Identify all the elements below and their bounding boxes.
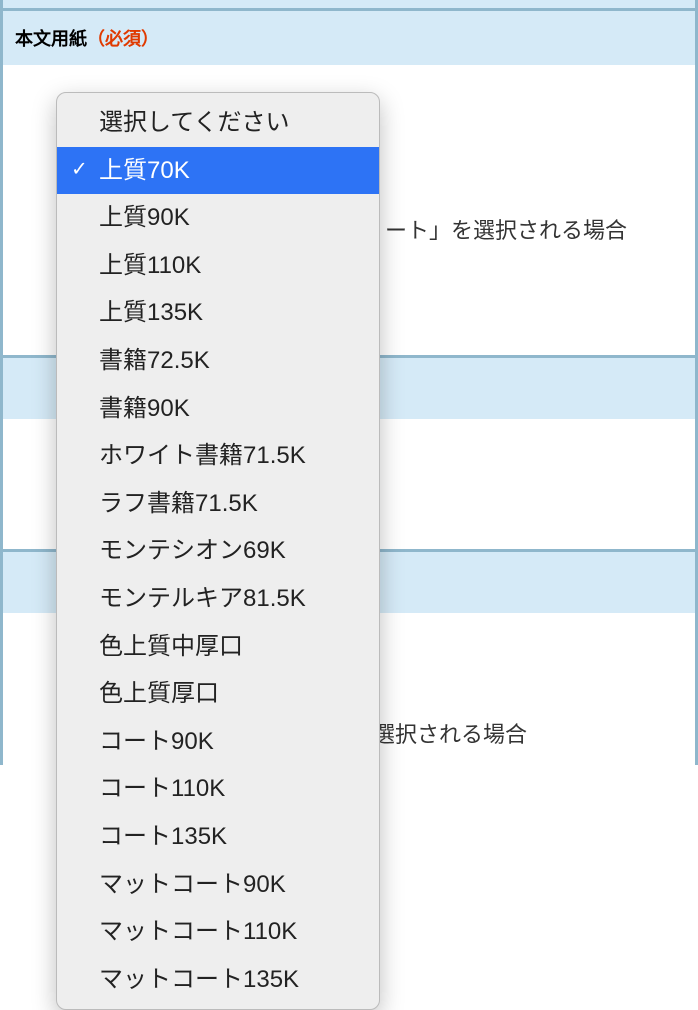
dropdown-option[interactable]: モンテシオン69K: [57, 527, 379, 575]
dropdown-option[interactable]: 上質135K: [57, 289, 379, 337]
dropdown-option[interactable]: コート135K: [57, 813, 379, 861]
dropdown-option[interactable]: 上質70K: [57, 147, 379, 195]
dropdown-option[interactable]: 色上質厚口: [57, 670, 379, 718]
dropdown-option[interactable]: ラフ書籍71.5K: [57, 480, 379, 528]
dropdown-option[interactable]: マットコート90K: [57, 861, 379, 909]
dropdown-option[interactable]: 書籍72.5K: [57, 337, 379, 385]
dropdown-option[interactable]: コート90K: [57, 718, 379, 766]
section-label: 本文用紙: [15, 25, 87, 51]
dropdown-option[interactable]: 色上質中厚口: [57, 623, 379, 671]
dropdown-option[interactable]: コート110K: [57, 765, 379, 813]
dropdown-option[interactable]: モンテルキア81.5K: [57, 575, 379, 623]
section-header-paper: 本文用紙 （必須）: [3, 8, 695, 65]
dropdown-option[interactable]: マットコート110K: [57, 908, 379, 956]
dropdown-option[interactable]: 上質110K: [57, 242, 379, 290]
dropdown-option[interactable]: ホワイト書籍71.5K: [57, 432, 379, 480]
dropdown-option[interactable]: 選択してください: [57, 99, 379, 147]
dropdown-option[interactable]: マットコート135K: [57, 956, 379, 1004]
dropdown-option[interactable]: 書籍90K: [57, 385, 379, 433]
required-label: （必須）: [87, 25, 159, 51]
dropdown-list: 選択してください上質70K上質90K上質110K上質135K書籍72.5K書籍9…: [56, 92, 380, 1010]
dropdown-option[interactable]: 上質90K: [57, 194, 379, 242]
